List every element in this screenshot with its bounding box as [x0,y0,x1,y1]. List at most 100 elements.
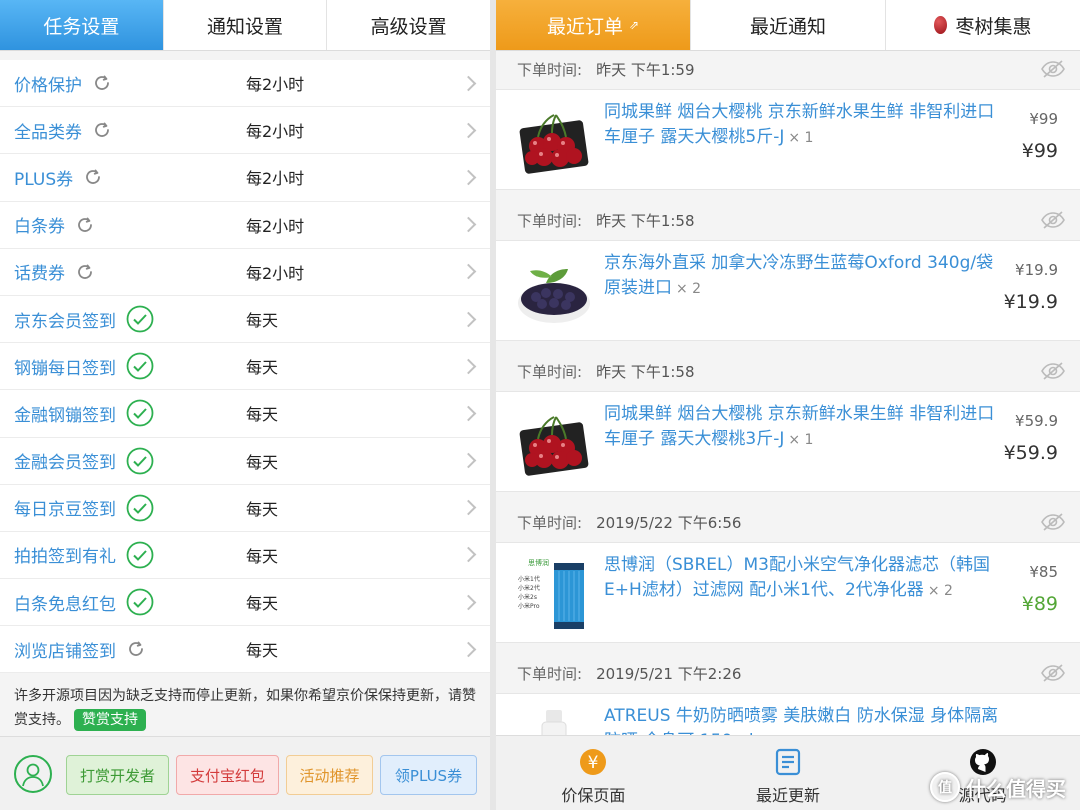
watermark: 值什么值得买 [930,772,1066,802]
task-name: 白条券 [14,212,95,237]
alipay-redpacket-button[interactable]: 支付宝红包 [176,755,279,795]
order-time-label: 下单时间: [517,363,583,381]
tab-notify-settings[interactable]: 通知设置 [164,0,328,50]
task-name: 金融会员签到 [14,447,154,475]
donate-developer-button[interactable]: 打赏开发者 [66,755,169,795]
product-quantity: × 2 [927,583,953,599]
task-row[interactable]: 全品类券 每2小时 [0,107,490,155]
hide-eye-icon[interactable] [1040,512,1066,536]
order-time: 昨天 下午1:58 [596,363,695,381]
get-plus-coupon-button[interactable]: 领PLUS券 [380,755,477,795]
hide-eye-icon[interactable] [1040,59,1066,83]
task-row[interactable]: PLUS券 每2小时 [0,154,490,202]
task-label: 金融钢镚签到 [14,405,116,426]
user-avatar-icon[interactable] [14,755,52,793]
task-row[interactable]: 金融钢镚签到 每天 [0,390,490,438]
original-price: ¥59.9 [1015,412,1058,430]
bottom-nav: ¥ 价保页面 最近更新 源代码 值什么值得买 [496,735,1080,810]
activity-recommend-button[interactable]: 活动推荐 [286,755,373,795]
order-item: 下单时间: 2019/5/22 下午6:56 思博润 小米1代 小米2代 小米2s 小米Pr… [496,504,1080,655]
task-label: 钢镚每日签到 [14,358,116,379]
refresh-icon [75,262,95,282]
chevron-right-icon [460,75,477,91]
order-item: 下单时间: 昨天 下午1:58 京东海外直采 加拿大冷冻野生蓝莓Oxford 340… [496,202,1080,353]
orders-panel: 最近订单 ⇗ 最近通知 枣树集惠 下单时间: 昨天 下午1:59 同城果鲜 烟台大樱桃… [496,0,1080,810]
product-quantity: × 1 [788,130,814,146]
task-name: 每日京豆签到 [14,494,154,522]
chevron-right-icon [460,122,477,139]
order-product[interactable]: 同城果鲜 烟台大樱桃 京东新鲜水果生鲜 非智利进口车厘子 露天大樱桃3斤-J × … [496,391,1080,492]
task-row[interactable]: 京东会员签到 每天 [0,296,490,344]
product-title[interactable]: 京东海外直采 加拿大冷冻野生蓝莓Oxford 340g/袋 原装进口 × 2 [604,251,1002,302]
check-circle-icon [126,399,154,427]
task-row[interactable]: 金融会员签到 每天 [0,438,490,485]
order-product[interactable]: 同城果鲜 烟台大樱桃 京东新鲜水果生鲜 非智利进口车厘子 露天大樱桃5斤-J × … [496,89,1080,190]
jujube-icon [934,16,948,34]
task-row[interactable]: 白条券 每2小时 [0,202,490,249]
task-row[interactable]: 钢镚每日签到 每天 [0,343,490,391]
task-row[interactable]: 每日京豆签到 每天 [0,485,490,532]
task-frequency: 每天 [246,594,279,614]
hide-eye-icon[interactable] [1040,361,1066,385]
product-title[interactable]: 同城果鲜 烟台大樱桃 京东新鲜水果生鲜 非智利进口车厘子 露天大樱桃5斤-J × … [604,100,1002,151]
chevron-right-icon [460,641,477,658]
tab-recent-orders-label: 最近订单 [546,15,623,38]
current-price: ¥99 [1021,140,1058,162]
check-circle-icon [126,447,154,475]
original-price: ¥99 [1029,110,1058,128]
chevron-right-icon [460,594,477,610]
hide-eye-icon[interactable] [1040,663,1066,687]
original-price: ¥85 [1029,563,1058,581]
task-label: 白条券 [14,217,65,238]
tab-task-settings[interactable]: 任务设置 [0,0,164,50]
check-circle-icon [126,494,154,522]
tab-recent-orders[interactable]: 最近订单 ⇗ [496,0,691,50]
task-label: 京东会员签到 [14,311,116,332]
document-icon [775,748,801,776]
refresh-icon [75,215,95,235]
bottom-action-bar: 打赏开发者 支付宝红包 活动推荐 领PLUS券 [0,736,490,810]
task-row[interactable]: 白条免息红包 每天 [0,579,490,627]
task-frequency: 每天 [246,546,279,566]
task-name: PLUS券 [14,165,103,190]
order-list: 下单时间: 昨天 下午1:59 同城果鲜 烟台大樱桃 京东新鲜水果生鲜 非智利进口车… [496,51,1080,806]
product-title[interactable]: 思博润（SBREL）M3配小米空气净化器滤芯（韩国E+H滤材）过滤网 配小米1代… [604,553,1002,604]
order-product[interactable]: 京东海外直采 加拿大冷冻野生蓝莓Oxford 340g/袋 原装进口 × 2 ¥19… [496,240,1080,341]
tab-advanced-settings[interactable]: 高级设置 [327,0,490,50]
task-frequency: 每天 [246,405,279,425]
task-frequency: 每2小时 [246,169,305,189]
check-circle-icon [126,588,154,616]
order-time-label: 下单时间: [517,212,583,230]
task-row[interactable]: 拍拍签到有礼 每天 [0,532,490,580]
donate-support-button[interactable]: 赞赏支持 [74,709,146,731]
task-row[interactable]: 话费券 每2小时 [0,249,490,296]
hide-eye-icon[interactable] [1040,210,1066,234]
task-name: 价格保护 [14,71,112,96]
donation-notice: 许多开源项目因为缺乏支持而停止更新，如果你希望京价保保持更新，请赞赏支持。 赞赏支… [0,684,490,732]
task-name: 金融钢镚签到 [14,399,154,427]
check-circle-icon [126,352,154,380]
task-row[interactable]: 浏览店铺签到 每天 [0,626,490,674]
task-frequency: 每天 [246,311,279,331]
nav-recent-updates[interactable]: 最近更新 [691,736,886,810]
task-name: 京东会员签到 [14,305,154,333]
task-label: 话费券 [14,264,65,285]
order-time: 昨天 下午1:58 [596,212,695,230]
order-header: 下单时间: 昨天 下午1:58 [496,353,1080,390]
tab-zaoshu-deals[interactable]: 枣树集惠 [886,0,1080,50]
chevron-right-icon [460,547,477,563]
task-label: 拍拍签到有礼 [14,547,116,568]
task-frequency: 每2小时 [246,263,305,283]
order-product[interactable]: 思博润 小米1代 小米2代 小米2s 小米Pro 思博润（SBREL）M3配小米空气净化器… [496,542,1080,643]
settings-tabs: 任务设置 通知设置 高级设置 [0,0,490,51]
watermark-logo: 值 [930,772,960,802]
product-title[interactable]: 同城果鲜 烟台大樱桃 京东新鲜水果生鲜 非智利进口车厘子 露天大樱桃3斤-J × … [604,402,1002,453]
task-row[interactable]: 价格保护 每2小时 [0,60,490,108]
task-frequency: 每天 [246,641,279,661]
chevron-right-icon [460,216,477,233]
order-header: 下单时间: 2019/5/22 下午6:56 [496,504,1080,541]
product-quantity: × 1 [788,432,814,448]
nav-price-page[interactable]: ¥ 价保页面 [496,736,691,810]
order-item: 下单时间: 昨天 下午1:58 同城果鲜 烟台大樱桃 京东新鲜水果生鲜 非智利进口车… [496,353,1080,504]
tab-recent-notices[interactable]: 最近通知 [691,0,886,50]
